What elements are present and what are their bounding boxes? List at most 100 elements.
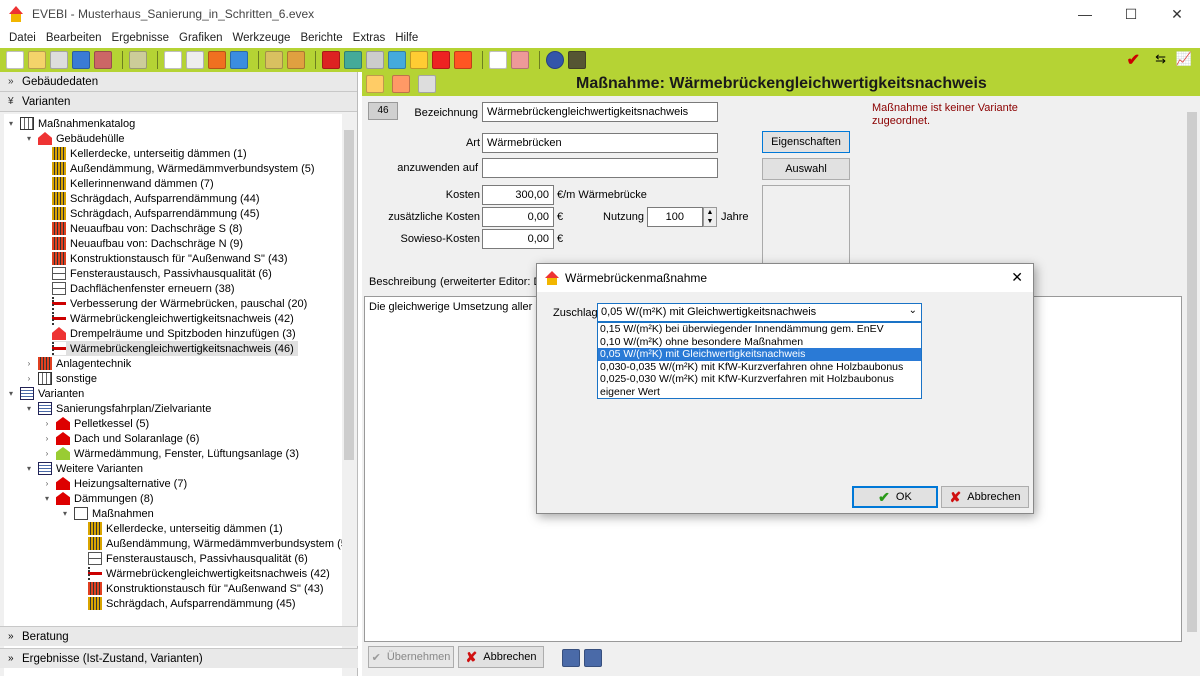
art-field[interactable]: Wärmebrücken [482,133,718,153]
abbrechen-button[interactable]: ✘ Abbrechen [458,646,544,668]
calculator-icon[interactable] [568,51,586,69]
tree-node[interactable]: Konstruktionstausch für "Außenwand S" (4… [88,581,324,596]
tree-node-anlagentechnik[interactable]: › Anlagentechnik [24,356,131,371]
add-measure-icon[interactable] [366,75,384,93]
dropdown-option-selected[interactable]: 0,05 W/(m²K) mit Gleichwertigkeitsnachwe… [598,348,921,361]
menu-hilfe[interactable]: Hilfe [395,32,418,44]
tree-node-massnahmenkatalog[interactable]: ▾ Maßnahmenkatalog [6,116,135,131]
close-icon[interactable]: ✕ [1011,269,1023,286]
arrows-icon[interactable]: ⇆ [1155,51,1166,67]
zuschlag-select[interactable]: 0,05 W/(m²K) mit Gleichwertigkeitsnachwe… [597,303,922,322]
gear-icon[interactable] [366,51,384,69]
menu-datei[interactable]: Datei [9,32,36,44]
tree-node[interactable]: Dachflächenfenster erneuern (38) [52,281,234,296]
section-ergebnisse[interactable]: » Ergebnisse (Ist-Zustand, Varianten) [0,648,358,668]
sidebar-scrollbar[interactable] [342,114,356,610]
dropdown-option[interactable]: 0,10 W/(m²K) ohne besondere Maßnahmen [598,336,921,349]
tree-node[interactable]: ▾ Dämmungen (8) [42,491,153,506]
tree-node[interactable]: Kellerdecke, unterseitig dämmen (1) [88,521,283,536]
list-icon[interactable] [287,51,305,69]
table-view-icon[interactable] [562,649,580,667]
copy-icon[interactable] [186,51,204,69]
section-varianten[interactable]: ¥ Varianten [0,92,357,112]
clipboard-icon[interactable] [50,51,68,69]
menu-werkzeuge[interactable]: Werkzeuge [233,32,291,44]
tree-node-sonstige[interactable]: › sonstige [24,371,97,386]
bezeichnung-field[interactable]: Wärmebrückengleichwertigkeitsnachweis [482,102,718,122]
dropdown-option[interactable]: 0,025-0,030 W/(m²K) mit KfW-Kurzverfahre… [598,373,921,386]
zusaetzliche-kosten-field[interactable]: 0,00 [482,207,554,227]
pdf-icon[interactable] [511,51,529,69]
tree-node[interactable]: Außendämmung, Wärmedämmverbundsystem (5) [88,536,342,551]
blue-tool-icon[interactable] [230,51,248,69]
tree-node[interactable]: › Dach und Solaranlage (6) [42,431,199,446]
tree-node[interactable]: Wärmebrückengleichwertigkeitsnachweis (4… [88,566,330,581]
document-icon[interactable] [164,51,182,69]
tree-node[interactable]: Wärmebrückengleichwertigkeitsnachweis (4… [52,311,294,326]
tree-node[interactable]: Drempelräume und Spitzboden hinzufügen (… [52,326,296,341]
tree-node[interactable]: ▾ Weitere Varianten [24,461,143,476]
new-file-icon[interactable] [6,51,24,69]
checkmark-icon[interactable]: ✔ [1127,50,1140,70]
close-button[interactable]: ✕ [1154,0,1200,28]
sun-icon[interactable] [410,51,428,69]
tree-node[interactable]: › Heizungsalternative (7) [42,476,187,491]
kosten-field[interactable]: 300,00 [482,185,554,205]
report-icon[interactable] [489,51,507,69]
selection-list-box[interactable] [762,185,850,265]
remove-measure-icon[interactable] [392,75,410,93]
tree-node[interactable]: Schrägdach, Aufsparrendämmung (45) [52,206,260,221]
menu-grafiken[interactable]: Grafiken [179,32,222,44]
tree-node[interactable]: Fensteraustausch, Passivhausqualität (6) [52,266,272,281]
scroll-thumb[interactable] [1187,112,1197,632]
dropdown-option[interactable]: eigener Wert [598,386,921,399]
section-gebaeudedaten[interactable]: » Gebäudedaten [0,72,357,92]
tree-node[interactable]: › Wärmedämmung, Fenster, Lüftungsanlage (… [42,446,299,461]
minimize-button[interactable]: — [1062,0,1108,28]
tree-node[interactable]: ▾ Maßnahmen [60,506,154,521]
tree-node[interactable]: Außendämmung, Wärmedämmverbundsystem (5) [52,161,315,176]
grid-icon[interactable] [344,51,362,69]
maximize-button[interactable]: ☐ [1108,0,1154,28]
tree-node[interactable]: Kellerinnenwand dämmen (7) [52,176,214,191]
dialog-cancel-button[interactable]: ✘ Abbrechen [941,486,1029,508]
tree-node-varianten[interactable]: ▾ Varianten [6,386,84,401]
auswahl-button[interactable]: Auswahl [762,158,850,180]
hierarchy-icon[interactable] [265,51,283,69]
tree-node-gebaeudehuelle[interactable]: ▾ Gebäudehülle [24,131,125,146]
wand-icon[interactable] [129,51,147,69]
section-beratung[interactable]: » Beratung [0,626,358,646]
tree-node[interactable]: Fensteraustausch, Passivhausqualität (6) [88,551,308,566]
tree-node[interactable]: ▾ Sanierungsfahrplan/Zielvariante [24,401,211,416]
menu-extras[interactable]: Extras [353,32,386,44]
scroll-thumb[interactable] [344,130,354,460]
anzuwenden-field[interactable] [482,158,718,178]
tree-node[interactable]: Schrägdach, Aufsparrendämmung (45) [88,596,296,611]
power-icon[interactable] [432,51,450,69]
stepper-arrows-icon[interactable]: ▲ ▼ [703,207,717,227]
fan-icon[interactable] [388,51,406,69]
help-icon[interactable] [546,51,564,69]
main-scrollbar[interactable] [1184,96,1200,642]
tree-node[interactable]: Neuaufbau von: Dachschräge N (9) [52,236,243,251]
tree-node[interactable]: › Pelletkessel (5) [42,416,149,431]
ok-button[interactable]: ✔ OK [852,486,938,508]
export-arrow-icon[interactable] [72,51,90,69]
tree-node[interactable]: Konstruktionstausch für "Außenwand S" (4… [52,251,288,266]
tree-node[interactable]: Kellerdecke, unterseitig dämmen (1) [52,146,247,161]
orange-tool-icon[interactable] [208,51,226,69]
tree-node[interactable]: Neuaufbau von: Dachschräge S (8) [52,221,242,236]
uebernehmen-button[interactable]: ✔ Übernehmen [368,646,454,668]
nutzung-stepper[interactable]: 100 [647,207,703,227]
grid-view-icon[interactable] [584,649,602,667]
menu-berichte[interactable]: Berichte [300,32,342,44]
tree-node-selected[interactable]: Wärmebrückengleichwertigkeitsnachweis (4… [52,341,298,356]
red-window-icon[interactable] [322,51,340,69]
dena-icon[interactable] [94,51,112,69]
copy-icon[interactable] [418,75,436,93]
sowieso-kosten-field[interactable]: 0,00 [482,229,554,249]
tree-node[interactable]: Verbesserung der Wärmebrücken, pauschal … [52,296,307,311]
dropdown-option[interactable]: 0,030-0,035 W/(m²K) mit KfW-Kurzverfahre… [598,361,921,374]
dropdown-option[interactable]: 0,15 W/(m²K) bei überwiegender Innendämm… [598,323,921,336]
open-folder-icon[interactable] [28,51,46,69]
